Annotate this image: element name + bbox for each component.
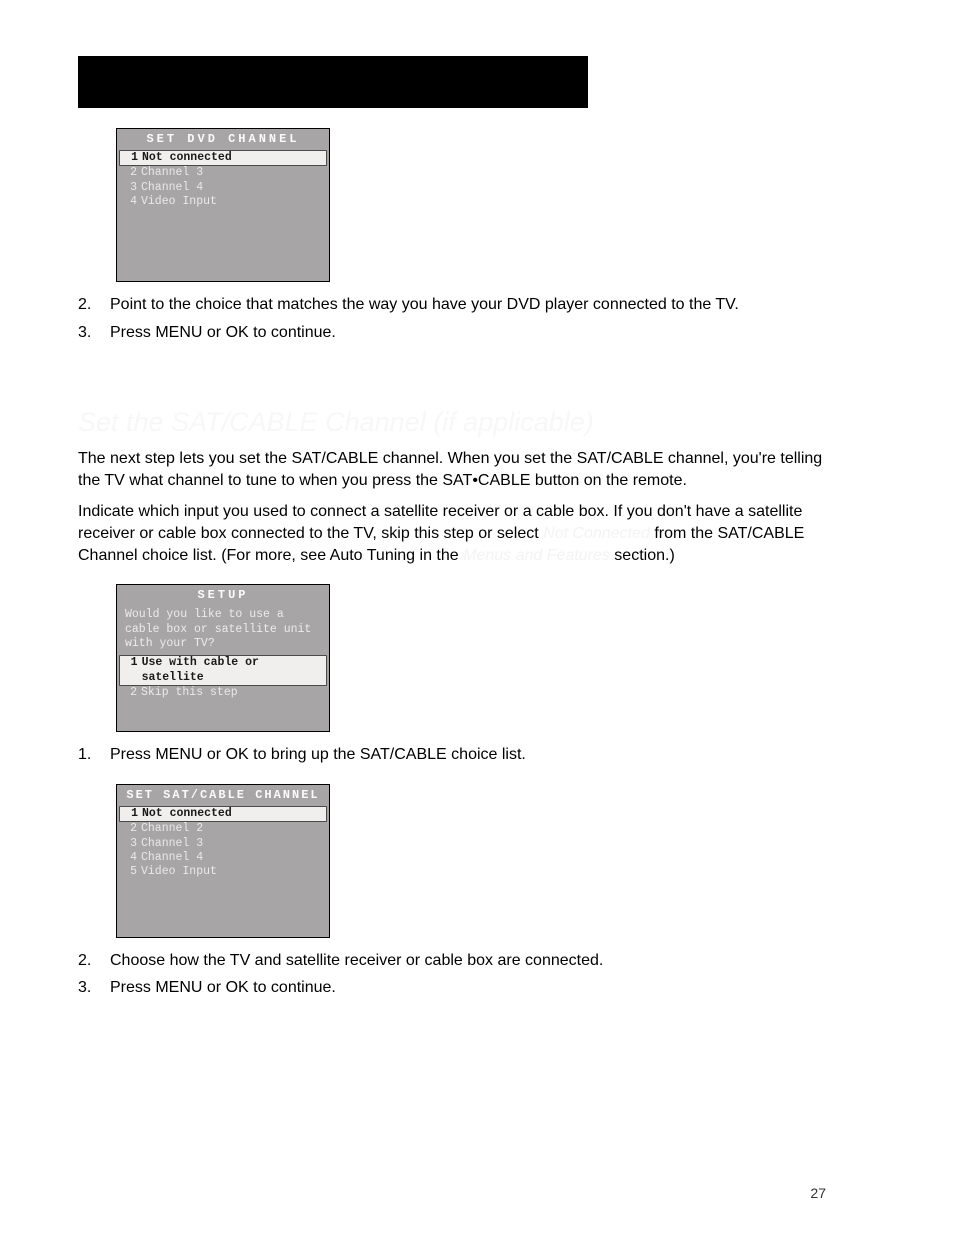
step-item: 2.Point to the choice that matches the w… bbox=[78, 294, 826, 316]
menu-row: 3 Channel 3 bbox=[117, 837, 329, 851]
menu-row-number: 1 bbox=[124, 807, 138, 821]
menu-row: 5 Video Input bbox=[117, 865, 329, 879]
menu-row-label: Channel 3 bbox=[141, 837, 203, 851]
menu-row-label: Channel 3 bbox=[141, 166, 203, 180]
menu-rows: 1 Not connected 2 Channel 2 3 Channel 3 4 Chann… bbox=[117, 806, 329, 880]
menu-row-label: Channel 2 bbox=[141, 822, 203, 836]
step-number: 2. bbox=[78, 950, 110, 972]
menu-row: 1 Not connected bbox=[119, 806, 327, 822]
step-text: Press MENU or OK to bring up the SAT/CAB… bbox=[110, 744, 826, 766]
step-text: Choose how the TV and satellite receiver… bbox=[110, 950, 826, 972]
menu-row: 1 Not connected bbox=[119, 150, 327, 166]
menu-row-label: Not connected bbox=[142, 151, 232, 165]
step-item: 3.Press MENU or OK to continue. bbox=[78, 977, 826, 999]
faint-text: Not Connected bbox=[543, 525, 650, 542]
page-number: 27 bbox=[810, 1185, 826, 1201]
menu-row: 2 Channel 2 bbox=[117, 822, 329, 836]
menu-title: SET SAT/CABLE CHANNEL bbox=[117, 785, 329, 806]
menu-row: 3 Channel 4 bbox=[117, 181, 329, 195]
menu-row-label: Channel 4 bbox=[141, 181, 203, 195]
menu-row-label: Not connected bbox=[142, 807, 232, 821]
menu-row-label: Skip this step bbox=[141, 686, 238, 700]
menu-row: 2 Skip this step bbox=[117, 686, 329, 700]
menu-row-number: 4 bbox=[123, 851, 137, 865]
menu-row-label: Video Input bbox=[141, 865, 217, 879]
menu-row-number: 2 bbox=[123, 686, 137, 700]
text: section.) bbox=[614, 547, 674, 564]
menu-row: 4 Video Input bbox=[117, 195, 329, 209]
step-item: 1.Press MENU or OK to bring up the SAT/C… bbox=[78, 744, 826, 766]
menu-set-sat-cable-channel: SET SAT/CABLE CHANNEL 1 Not connected 2 Cha… bbox=[116, 784, 330, 938]
menu-row-label: Channel 4 bbox=[141, 851, 203, 865]
menu-row: 4 Channel 4 bbox=[117, 851, 329, 865]
step-text: Point to the choice that matches the way… bbox=[110, 294, 826, 316]
menu-row: 1Use with cable or satellite bbox=[119, 655, 327, 686]
header-bar bbox=[78, 56, 588, 108]
menu-row-number: 3 bbox=[123, 181, 137, 195]
menu-rows: 1 Not connected 2 Channel 3 3 Channel 4 4 Video… bbox=[117, 150, 329, 210]
menu-row-number: 1 bbox=[124, 151, 138, 165]
menu-row-number: 2 bbox=[123, 166, 137, 180]
menu-title: SETUP bbox=[117, 585, 329, 606]
step-item: 2.Choose how the TV and satellite receiv… bbox=[78, 950, 826, 972]
menu-row-label: Video Input bbox=[141, 195, 217, 209]
step-number: 3. bbox=[78, 322, 110, 344]
section-heading: Set the SAT/CABLE Channel (if applicable… bbox=[78, 407, 826, 438]
menu-row-number: 3 bbox=[123, 837, 137, 851]
step-number: 2. bbox=[78, 294, 110, 316]
step-text: Press MENU or OK to continue. bbox=[110, 977, 826, 999]
step-item: 3.Press MENU or OK to continue. bbox=[78, 322, 826, 344]
menu-question: Would you like to use a cable box or sat… bbox=[117, 606, 329, 655]
menu-row-label: Use with cable or satellite bbox=[142, 656, 322, 685]
section-intro-2: Indicate which input you used to connect… bbox=[78, 501, 826, 566]
menu-row-number: 1 bbox=[124, 656, 138, 685]
menu-set-dvd-channel: SET DVD CHANNEL 1 Not connected 2 Channel 3… bbox=[116, 128, 330, 282]
menu-title: SET DVD CHANNEL bbox=[117, 129, 329, 150]
steps-sat-1: 1.Press MENU or OK to bring up the SAT/C… bbox=[78, 744, 826, 766]
menu-row-number: 2 bbox=[123, 822, 137, 836]
step-number: 1. bbox=[78, 744, 110, 766]
step-number: 3. bbox=[78, 977, 110, 999]
menu-row-number: 4 bbox=[123, 195, 137, 209]
menu-rows: 1Use with cable or satellite2Skip this s… bbox=[117, 655, 329, 700]
menu-row-number: 5 bbox=[123, 865, 137, 879]
section-intro-1: The next step lets you set the SAT/CABLE… bbox=[78, 448, 826, 491]
menu-setup: SETUP Would you like to use a cable box … bbox=[116, 584, 330, 732]
menu-row: 2 Channel 3 bbox=[117, 166, 329, 180]
steps-sat-2: 2.Choose how the TV and satellite receiv… bbox=[78, 950, 826, 999]
steps-dvd: 2.Point to the choice that matches the w… bbox=[78, 294, 826, 343]
faint-text: Menus and Features bbox=[463, 547, 610, 564]
step-text: Press MENU or OK to continue. bbox=[110, 322, 826, 344]
